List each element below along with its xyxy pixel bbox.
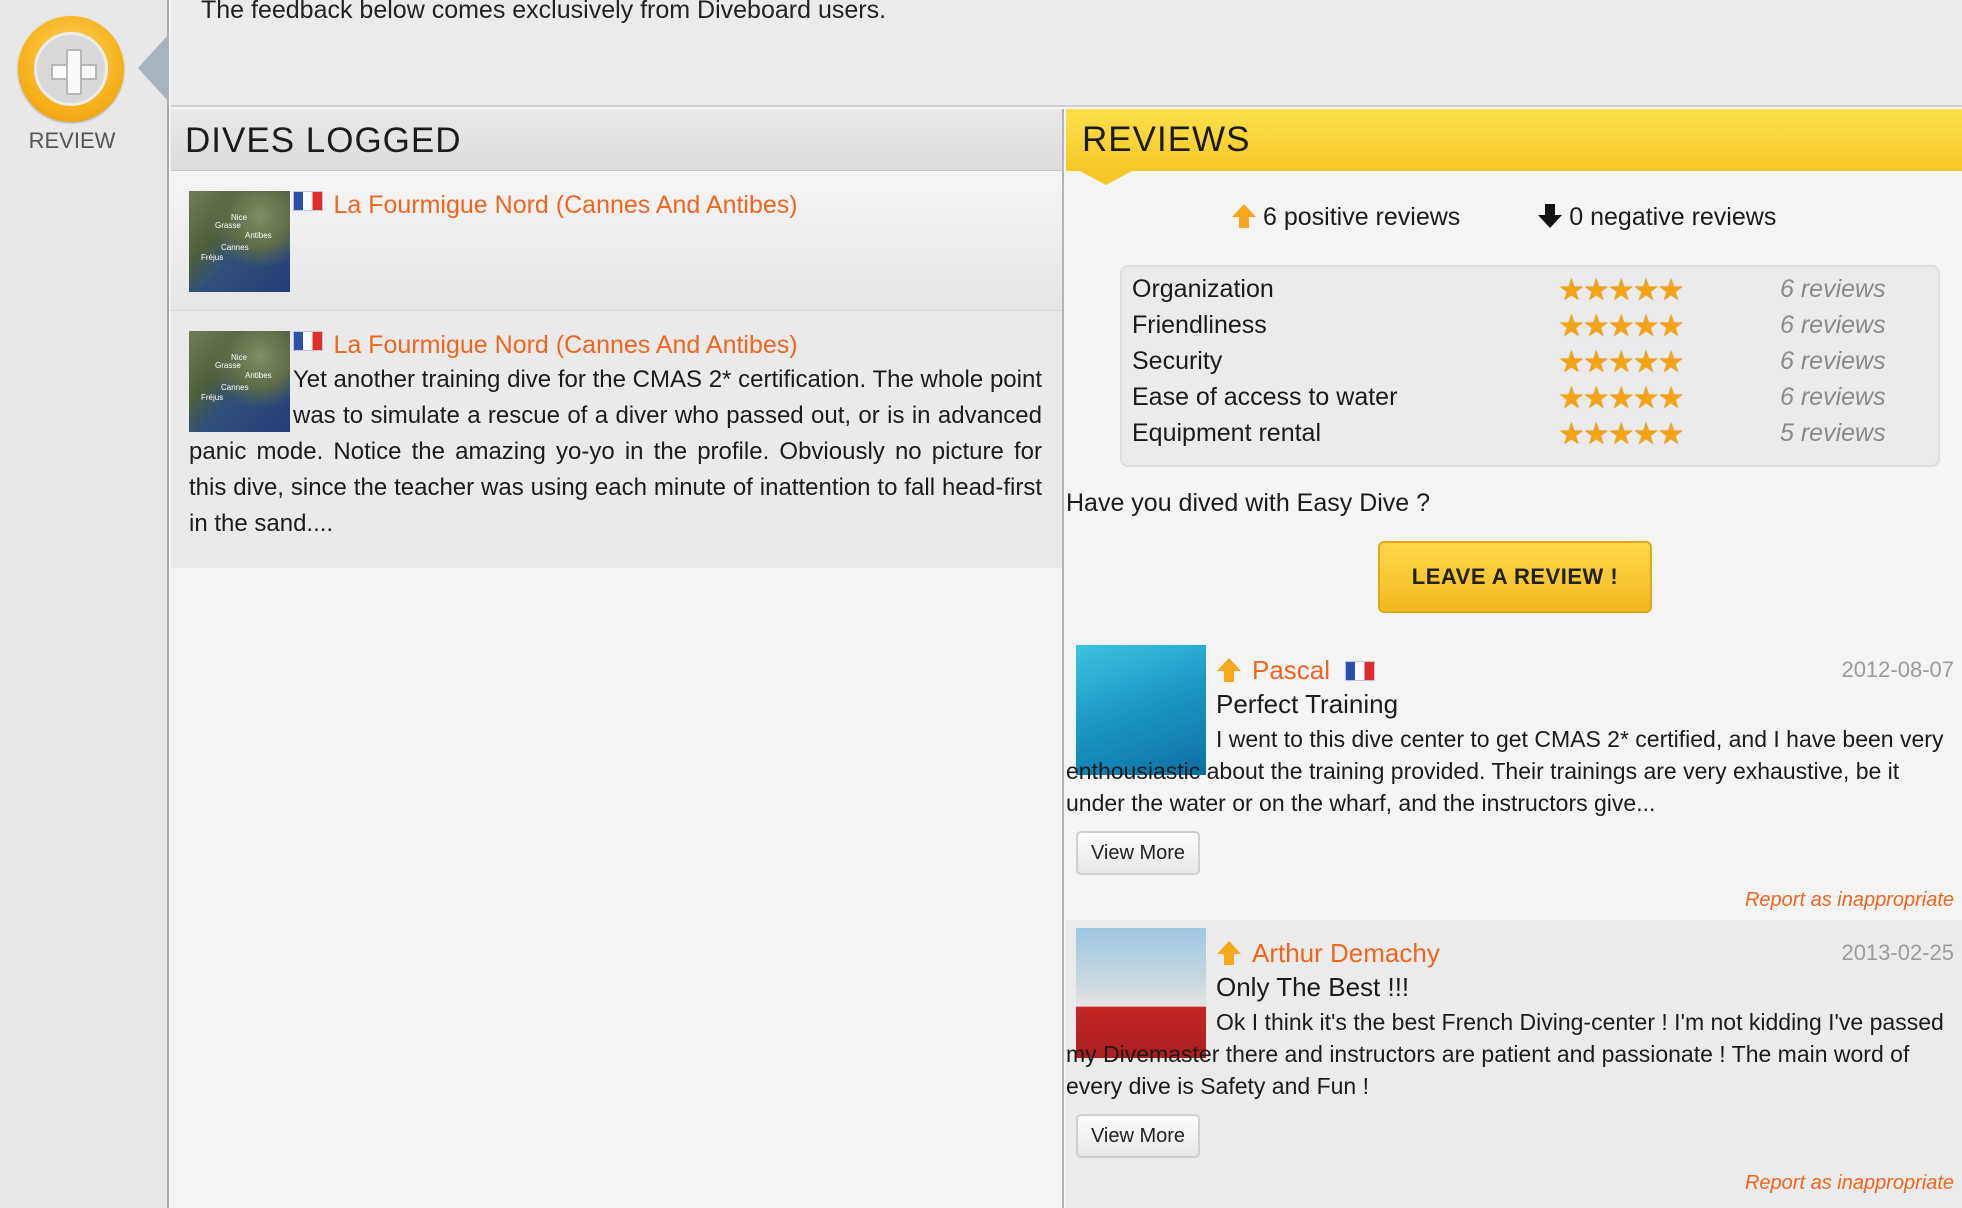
review-summary: 6 positive reviews 0 negative reviews [1231, 203, 1846, 232]
left-sidebar: REVIEW [0, 0, 169, 1208]
rating-count: 6 reviews [1780, 311, 1886, 339]
review-header: Pascal [1216, 655, 1376, 686]
rating-count: 6 reviews [1780, 347, 1886, 375]
positive-summary: 6 positive reviews [1231, 203, 1460, 232]
dive-map-thumbnail[interactable]: Nice Grasse Antibes Cannes Fréjus [189, 191, 290, 292]
rating-count: 5 reviews [1780, 419, 1886, 447]
dives-logged-panel: DIVES LOGGED Nice Grasse Antibes Cannes … [171, 109, 1064, 1208]
star-icon: ★★★★★ [1558, 382, 1684, 415]
dive-title-link[interactable]: La Fourmigue Nord (Cannes And Antibes) [333, 191, 797, 219]
map-label: Fréjus [201, 393, 224, 402]
negative-count: 0 negative reviews [1569, 203, 1777, 231]
arrow-up-icon [1217, 941, 1241, 965]
rating-label: Friendliness [1132, 311, 1267, 339]
star-icon: ★★★★★ [1558, 310, 1684, 343]
ratings-table: Organization ★★★★★ 6 reviews Friendlines… [1120, 265, 1940, 467]
leave-review-button[interactable]: LEAVE A REVIEW ! [1378, 541, 1652, 613]
feedback-info-bar: The feedback below comes exclusively fro… [171, 0, 1962, 107]
negative-summary: 0 negative reviews [1537, 203, 1776, 232]
arrow-down-icon [1538, 204, 1563, 228]
review-prompt: Have you dived with Easy Dive ? [1066, 489, 1431, 517]
reviewer-name-link[interactable]: Pascal [1252, 655, 1330, 685]
review-card: Arthur Demachy 2013-02-25 Only The Best … [1066, 920, 1962, 1208]
review-header: Arthur Demachy [1216, 938, 1440, 969]
reviews-heading: REVIEWS [1066, 109, 1962, 185]
review-date: 2012-08-07 [1841, 657, 1954, 682]
heading-notch [1080, 171, 1132, 185]
reviewer-name-link[interactable]: Arthur Demachy [1252, 938, 1440, 968]
arrow-up-icon [1217, 658, 1241, 682]
review-title: Perfect Training [1216, 689, 1399, 719]
star-icon: ★★★★★ [1558, 346, 1684, 379]
view-more-button[interactable]: View More [1076, 1114, 1200, 1158]
rating-row: Ease of access to water ★★★★★ 6 reviews [1132, 382, 1932, 419]
positive-count: 6 positive reviews [1263, 203, 1461, 231]
review-body: Ok I think it's the best French Diving-c… [1066, 1009, 1944, 1099]
dive-map-thumbnail[interactable]: Nice Grasse Antibes Cannes Fréjus [189, 331, 290, 432]
dive-description: Yet another training dive for the CMAS 2… [189, 366, 1042, 537]
rating-row: Security ★★★★★ 6 reviews [1132, 346, 1932, 383]
map-label: Grasse [215, 361, 241, 370]
map-label: Fréjus [201, 253, 224, 262]
dive-title-link[interactable]: La Fourmigue Nord (Cannes And Antibes) [333, 331, 797, 359]
flag-france-icon [1345, 661, 1376, 681]
map-label: Cannes [221, 383, 249, 392]
map-label: Antibes [245, 231, 272, 240]
rating-label: Organization [1132, 275, 1274, 303]
rating-row: Organization ★★★★★ 6 reviews [1132, 274, 1932, 311]
arrow-up-icon [1232, 204, 1256, 228]
view-more-button[interactable]: View More [1076, 831, 1200, 875]
map-label: Grasse [215, 221, 241, 230]
dive-item[interactable]: Nice Grasse Antibes Cannes Fréjus La Fou… [171, 171, 1062, 311]
feedback-info-text: The feedback below comes exclusively fro… [201, 0, 887, 24]
rating-count: 6 reviews [1780, 275, 1886, 303]
flag-france-icon [293, 331, 323, 351]
rating-row: Friendliness ★★★★★ 6 reviews [1132, 310, 1932, 347]
report-inappropriate-link[interactable]: Report as inappropriate [1745, 889, 1954, 912]
dive-item[interactable]: Nice Grasse Antibes Cannes Fréjus La Fou… [171, 311, 1062, 568]
flag-france-icon [293, 191, 323, 211]
map-label: Antibes [245, 371, 272, 380]
reviews-panel: REVIEWS 6 positive reviews 0 negative re… [1066, 109, 1962, 1208]
rating-label: Ease of access to water [1132, 383, 1398, 411]
review-body: I went to this dive center to get CMAS 2… [1066, 726, 1944, 816]
review-title: Only The Best !!! [1216, 972, 1410, 1002]
rating-label: Equipment rental [1132, 419, 1322, 447]
map-label: Cannes [221, 243, 249, 252]
rating-label: Security [1132, 347, 1223, 375]
review-date: 2013-02-25 [1841, 940, 1954, 965]
review-nav-label[interactable]: REVIEW [0, 128, 144, 154]
rating-row: Equipment rental ★★★★★ 5 reviews [1132, 418, 1932, 455]
active-pointer-icon [138, 34, 169, 102]
reviews-heading-text: REVIEWS [1082, 120, 1251, 159]
report-inappropriate-link[interactable]: Report as inappropriate [1745, 1172, 1954, 1195]
dives-logged-heading: DIVES LOGGED [171, 109, 1062, 171]
star-icon: ★★★★★ [1558, 274, 1684, 307]
star-icon: ★★★★★ [1558, 418, 1684, 451]
review-card: Pascal 2012-08-07 Perfect Training I wen… [1066, 645, 1962, 918]
review-badge-icon[interactable] [18, 16, 124, 122]
rating-count: 6 reviews [1780, 383, 1886, 411]
